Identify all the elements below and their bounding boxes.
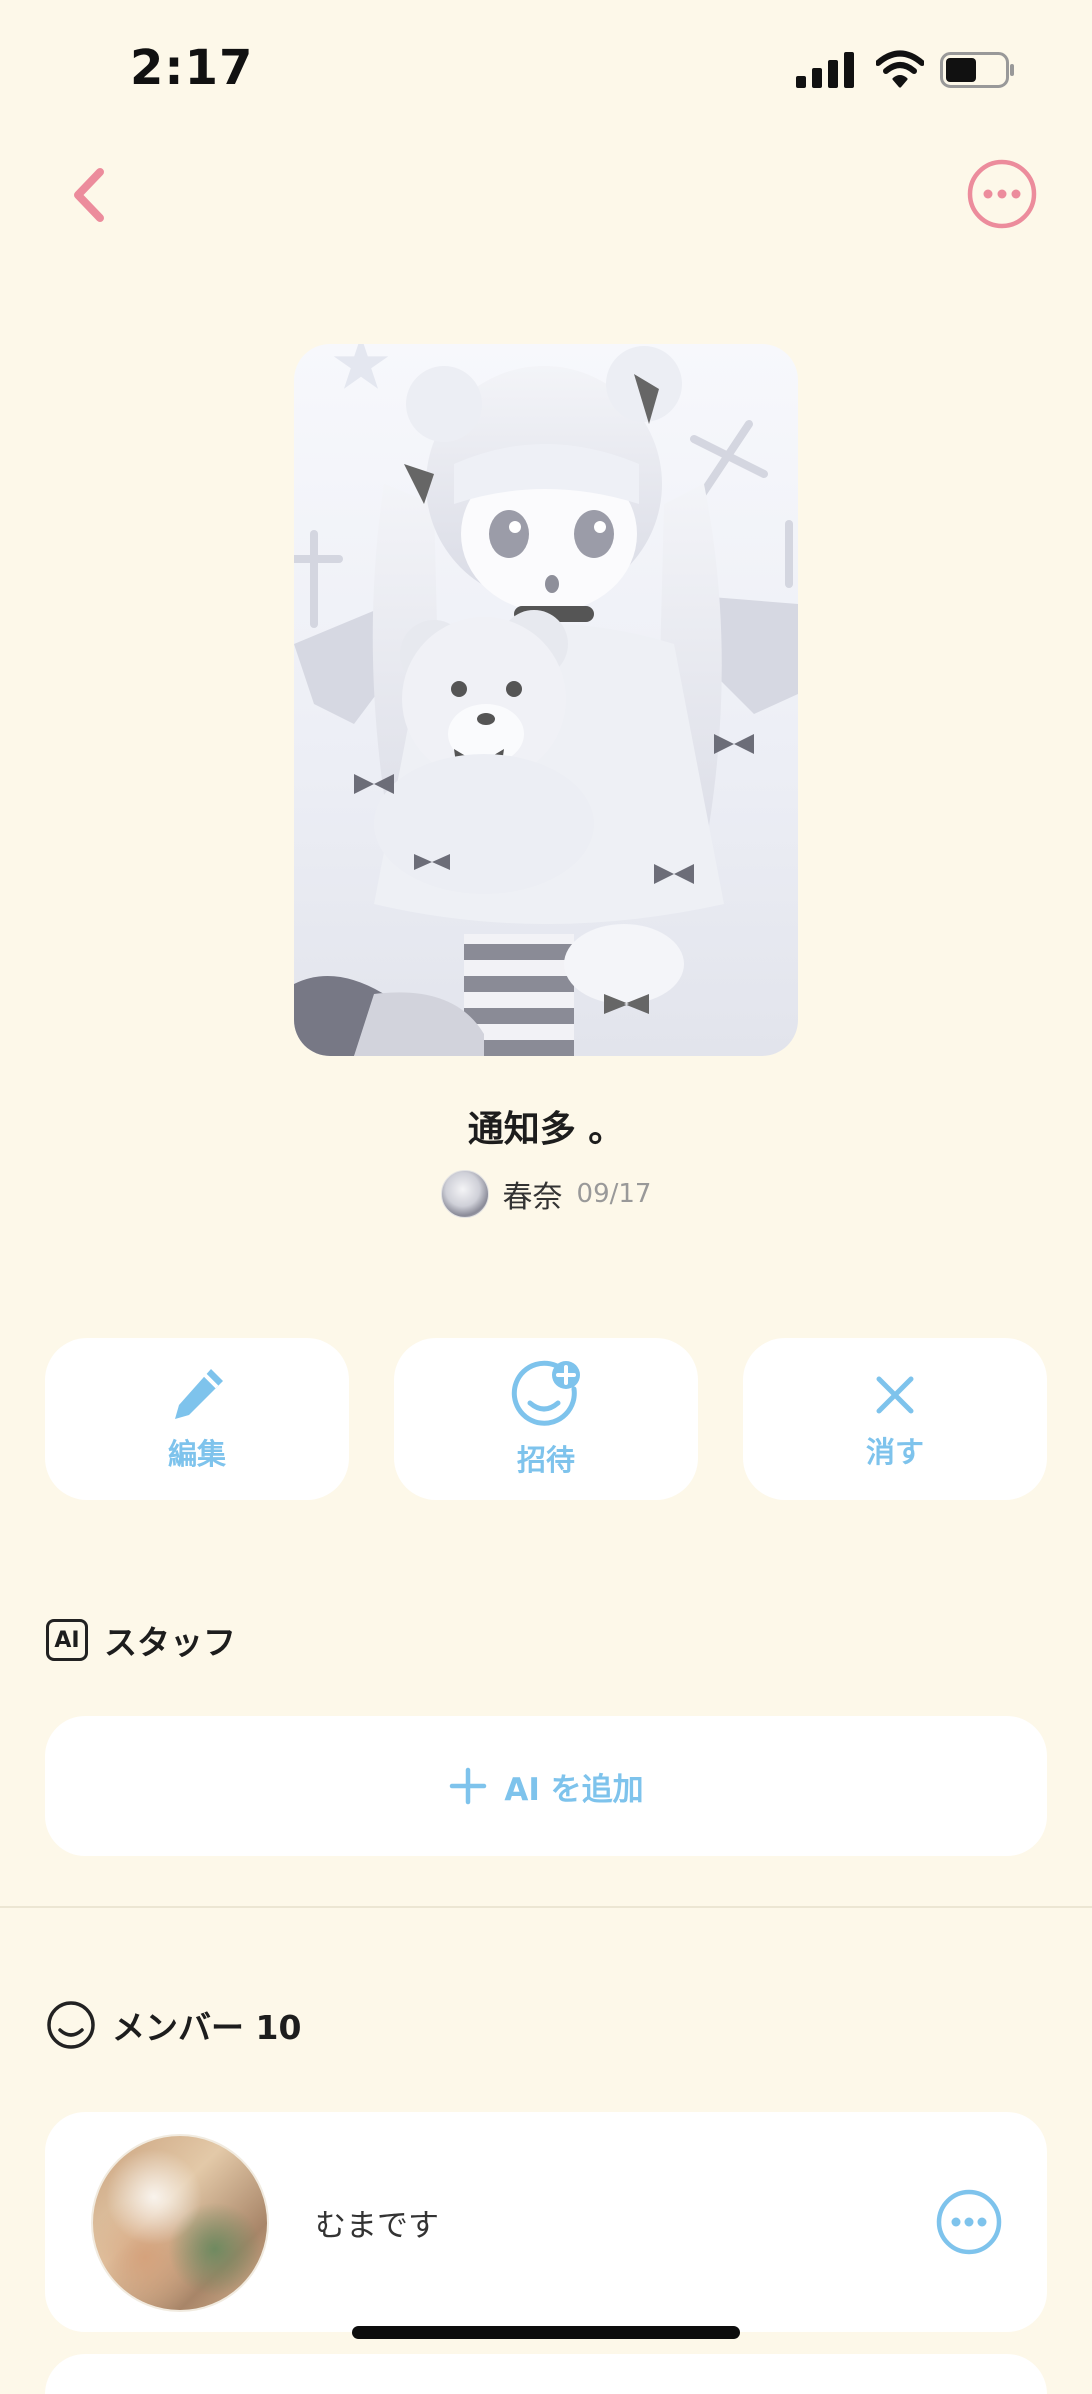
members-title: メンバー 10 (112, 2008, 302, 2047)
more-options-button[interactable] (966, 158, 1038, 230)
status-time: 2:17 (130, 40, 254, 96)
member-row-partial (45, 2354, 1047, 2394)
ai-staff-heading: AI スタッフ (46, 1616, 236, 1664)
member-avatar[interactable] (91, 2134, 269, 2312)
group-title: 通知多 。 (467, 1109, 625, 1150)
more-horizontal-icon (967, 159, 1037, 229)
smile-plus-icon (511, 1360, 580, 1426)
member-name: むまです (315, 2208, 439, 2244)
battery-icon (940, 52, 1014, 88)
created-date: 09/17 (576, 1179, 652, 1209)
edit-label: 編集 (167, 1437, 226, 1471)
more-horizontal-icon (936, 2189, 1002, 2255)
wifi-icon (876, 50, 924, 88)
ai-staff-title: スタッフ (104, 1623, 236, 1662)
chevron-left-icon (74, 168, 104, 222)
add-ai-button[interactable]: AI を追加 (45, 1716, 1047, 1856)
invite-label: 招待 (516, 1443, 575, 1477)
group-cover-image[interactable] (294, 344, 798, 1056)
pencil-icon (175, 1369, 223, 1419)
plus-icon (450, 1767, 487, 1805)
close-icon (876, 1376, 914, 1414)
delete-button[interactable]: 消す (743, 1338, 1047, 1500)
edit-button[interactable]: 編集 (45, 1338, 349, 1500)
members-heading: メンバー 10 (46, 2000, 301, 2050)
delete-label: 消す (865, 1435, 924, 1469)
section-divider (0, 1906, 1092, 1908)
owner-name[interactable]: 春奈 (503, 1172, 563, 1216)
cover-illustration (294, 344, 798, 1056)
cellular-signal-icon (796, 52, 854, 88)
back-button[interactable] (60, 160, 120, 230)
ai-badge-icon: AI (46, 1619, 88, 1661)
owner-info: 春奈 09/17 (0, 1170, 1092, 1218)
home-indicator[interactable] (352, 2326, 740, 2339)
smile-icon (47, 2001, 95, 2049)
owner-avatar[interactable] (440, 1170, 489, 1218)
invite-button[interactable]: 招待 (394, 1338, 698, 1500)
member-row[interactable]: むまです (45, 2112, 1047, 2332)
member-options-button[interactable] (935, 2188, 1003, 2256)
add-ai-label: AI を追加 (504, 1771, 644, 1808)
